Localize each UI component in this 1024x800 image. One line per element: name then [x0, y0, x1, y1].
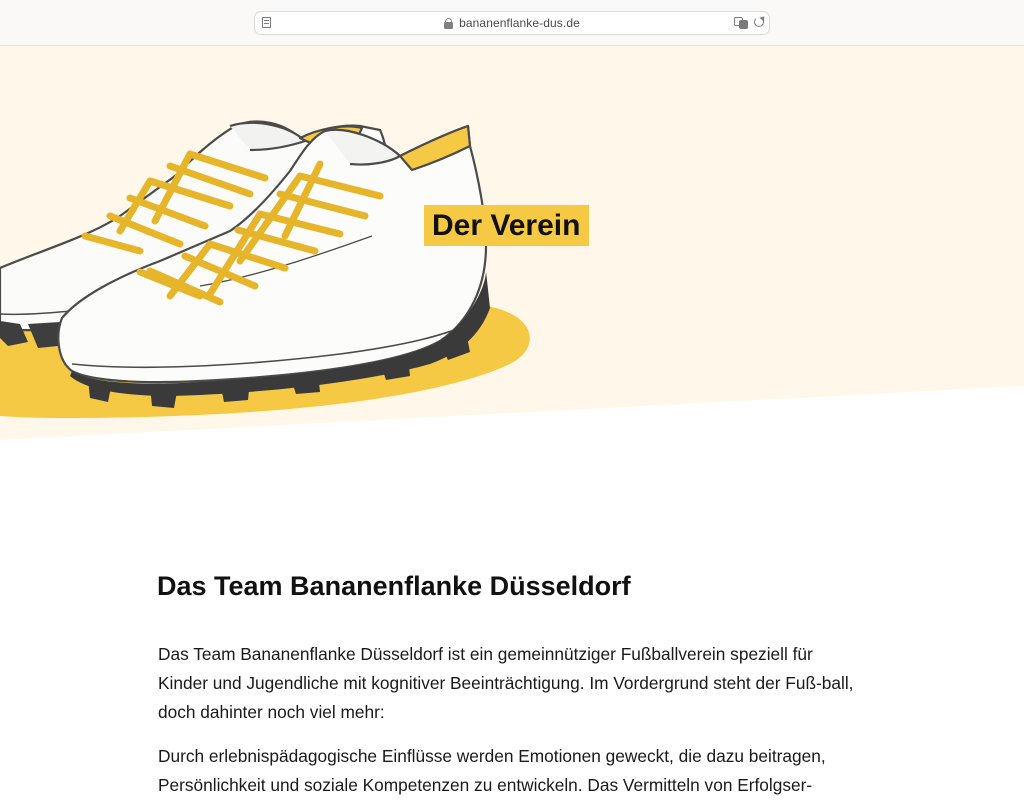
- lock-icon: [444, 17, 454, 29]
- intro-paragraph: Das Team Bananenflanke Düsseldorf ist ei…: [158, 644, 854, 722]
- address-display: bananenflanke-dus.de: [255, 12, 769, 34]
- football-boots-illustration: [0, 46, 1024, 440]
- reload-icon[interactable]: [754, 17, 764, 27]
- address-bar[interactable]: bananenflanke-dus.de: [254, 11, 770, 35]
- body-paragraph: Durch erlebnispädagogische Einflüsse wer…: [158, 746, 826, 795]
- page-title: Der Verein: [424, 205, 590, 246]
- url-text[interactable]: bananenflanke-dus.de: [459, 16, 580, 30]
- hero-banner: Der Verein: [0, 46, 1024, 446]
- translate-icon[interactable]: [734, 17, 748, 29]
- section-heading: Das Team Bananenflanke Düsseldorf: [157, 571, 631, 601]
- browser-toolbar: bananenflanke-dus.de: [0, 0, 1024, 46]
- main-content: Das Team Bananenflanke Düsseldorf Das Te…: [157, 566, 867, 800]
